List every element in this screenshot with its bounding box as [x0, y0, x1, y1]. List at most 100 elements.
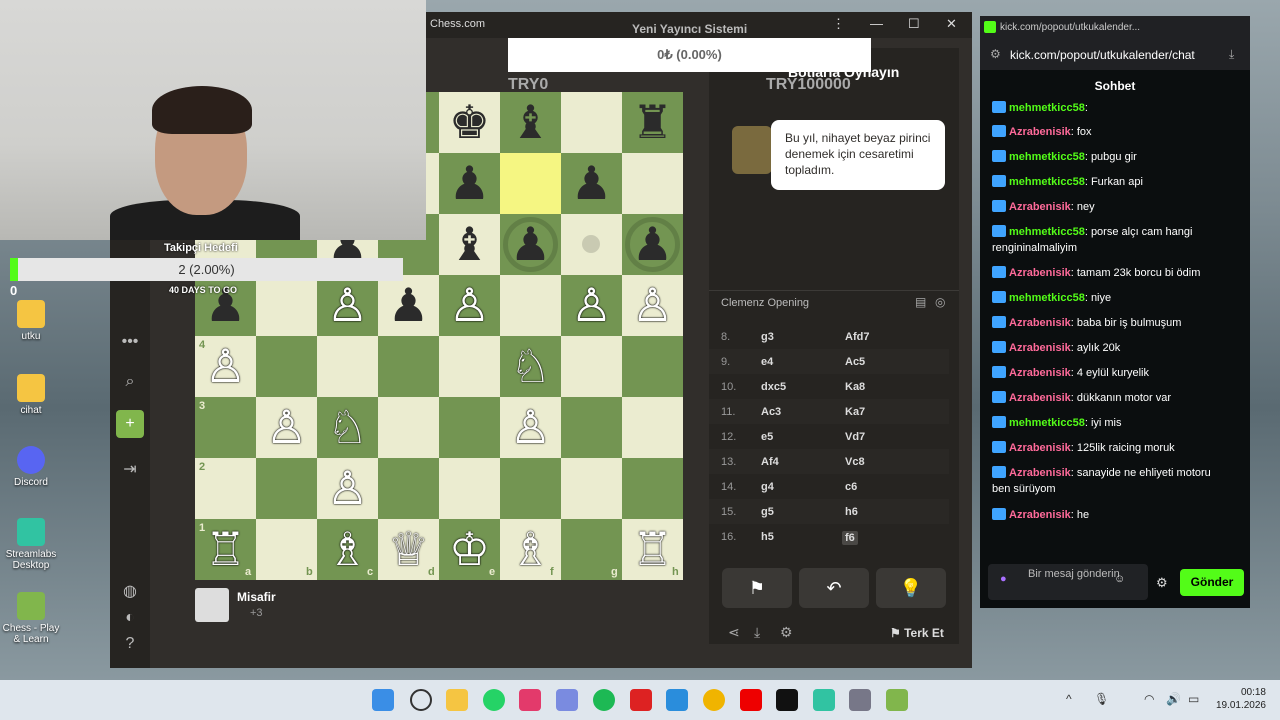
chat-username[interactable]: Azrabenisik [1009, 342, 1071, 354]
file-explorer-icon[interactable] [446, 689, 468, 711]
desktop-icon-cihat[interactable]: cihat [0, 374, 62, 416]
battery-icon[interactable]: ▭ [1188, 692, 1199, 706]
chat-input[interactable]: ● Bir mesaj gönderin ☺ [988, 564, 1148, 600]
desktop-icon-utku[interactable]: utku [0, 300, 62, 342]
move-hint-dot[interactable] [582, 235, 600, 253]
capture-hint-ring[interactable] [503, 217, 558, 272]
white-move[interactable]: e4 [761, 356, 773, 368]
capture-hint-ring[interactable] [625, 217, 680, 272]
white-pawn-piece[interactable]: ♙ [256, 397, 317, 458]
tiktok-icon[interactable] [776, 689, 798, 711]
tray-chevron-icon[interactable]: ^ [1066, 692, 1072, 706]
lichess-icon[interactable] [630, 689, 652, 711]
white-move[interactable]: g3 [761, 331, 774, 343]
white-move[interactable]: g4 [761, 481, 774, 493]
white-move[interactable]: e5 [761, 431, 773, 443]
desktop-icon-chess[interactable]: Chess - Play & Learn [0, 592, 62, 645]
black-pawn-piece[interactable]: ♟ [561, 153, 622, 214]
desktop-icon-discord[interactable]: Discord [0, 446, 62, 488]
board-square-c4[interactable] [317, 336, 378, 397]
clock[interactable]: 00:18 19.01.2026 [1210, 686, 1266, 712]
chat-username[interactable]: Azrabenisik [1009, 267, 1071, 279]
streamlabs-icon[interactable] [813, 689, 835, 711]
chat-username[interactable]: mehmetkicc58 [1009, 151, 1085, 163]
volume-icon[interactable]: 🔊 [1166, 692, 1181, 706]
chrome-icon[interactable] [703, 689, 725, 711]
board-square-d4[interactable] [378, 336, 439, 397]
board-square-f2[interactable] [500, 458, 561, 519]
black-move[interactable]: c6 [845, 481, 857, 493]
download-icon[interactable]: ⤓ [754, 624, 760, 641]
chat-username[interactable]: Azrabenisik [1009, 317, 1071, 329]
board-square-h2[interactable] [622, 458, 683, 519]
board-square-h7[interactable] [622, 153, 683, 214]
board-square-f7[interactable] [500, 153, 561, 214]
minimize-icon[interactable]: — [870, 16, 883, 31]
more-icon[interactable]: ••• [116, 328, 144, 356]
book-icon[interactable]: ▤ [915, 295, 926, 309]
white-pawn-piece[interactable]: ♙ [500, 397, 561, 458]
settings-icon[interactable]: ⚙ [780, 624, 793, 641]
chat-username[interactable]: Azrabenisik [1009, 126, 1071, 138]
white-move[interactable]: Ac3 [761, 406, 781, 418]
emoji-icon[interactable]: ☺ [1114, 573, 1125, 586]
black-pawn-piece[interactable]: ♟ [378, 275, 439, 336]
white-pawn-piece[interactable]: ♙ [622, 275, 683, 336]
board-square-b4[interactable] [256, 336, 317, 397]
black-move[interactable]: Vc8 [845, 456, 865, 468]
close-icon[interactable]: ✕ [946, 16, 957, 32]
download-icon[interactable]: ⤓ [1229, 47, 1234, 62]
search-icon[interactable] [410, 689, 432, 711]
white-knight-piece[interactable]: ♘ [317, 397, 378, 458]
board-square-g3[interactable] [561, 397, 622, 458]
chat-settings-icon[interactable]: ⚙ [1156, 575, 1168, 591]
black-bishop-piece[interactable]: ♝ [439, 214, 500, 275]
black-pawn-piece[interactable]: ♟ [439, 153, 500, 214]
board-square-e3[interactable] [439, 397, 500, 458]
black-move[interactable]: f6 [842, 531, 858, 545]
board-square-f5[interactable] [500, 275, 561, 336]
logout-icon[interactable]: ⇥ [116, 456, 144, 484]
board-square-g4[interactable] [561, 336, 622, 397]
board-square-d2[interactable] [378, 458, 439, 519]
board-square-g2[interactable] [561, 458, 622, 519]
board-square-h3[interactable] [622, 397, 683, 458]
board-square-b5[interactable] [256, 275, 317, 336]
white-pawn-piece[interactable]: ♙ [439, 275, 500, 336]
store-icon[interactable] [556, 689, 578, 711]
wifi-icon[interactable]: ◠ [1144, 692, 1154, 706]
chat-username[interactable]: mehmetkicc58 [1009, 417, 1085, 429]
chat-username[interactable]: mehmetkicc58 [1009, 102, 1085, 114]
hint-button[interactable]: 💡 [876, 568, 946, 608]
theme-icon[interactable]: ◐ [116, 604, 144, 632]
site-settings-icon[interactable]: ⚙ [990, 47, 1001, 61]
white-move[interactable]: dxc5 [761, 381, 786, 393]
chess-app-icon[interactable] [886, 689, 908, 711]
board-square-d3[interactable] [378, 397, 439, 458]
black-move[interactable]: Ac5 [845, 356, 865, 368]
search-icon[interactable]: ⌕ [116, 368, 144, 396]
chat-username[interactable]: Azrabenisik [1009, 509, 1071, 521]
black-move[interactable]: Ka7 [845, 406, 865, 418]
white-pawn-piece[interactable]: ♙ [317, 275, 378, 336]
kebab-menu-icon[interactable]: ⋮ [832, 16, 845, 32]
add-friend-icon[interactable]: + [116, 410, 144, 438]
black-rook-piece[interactable]: ♜ [622, 92, 683, 153]
resign-button[interactable]: ⚑ Terk Et [890, 626, 944, 640]
undo-button[interactable]: ↶ [799, 568, 869, 608]
black-move[interactable]: h6 [845, 506, 858, 518]
white-move[interactable]: h5 [761, 531, 774, 543]
kick-url[interactable]: kick.com/popout/utkukalender/chat [1010, 48, 1195, 62]
white-move[interactable]: g5 [761, 506, 774, 518]
share-icon[interactable]: ⋖ [728, 624, 740, 641]
black-move[interactable]: Afd7 [845, 331, 869, 343]
chat-username[interactable]: Azrabenisik [1009, 442, 1071, 454]
black-bishop-piece[interactable]: ♝ [500, 92, 561, 153]
whatsapp-icon[interactable] [483, 689, 505, 711]
compass-icon[interactable]: ◎ [935, 295, 945, 309]
chat-username[interactable]: mehmetkicc58 [1009, 226, 1085, 238]
board-square-e2[interactable] [439, 458, 500, 519]
spotify-icon[interactable] [593, 689, 615, 711]
send-button[interactable]: Gönder [1180, 569, 1244, 596]
black-king-piece[interactable]: ♚ [439, 92, 500, 153]
